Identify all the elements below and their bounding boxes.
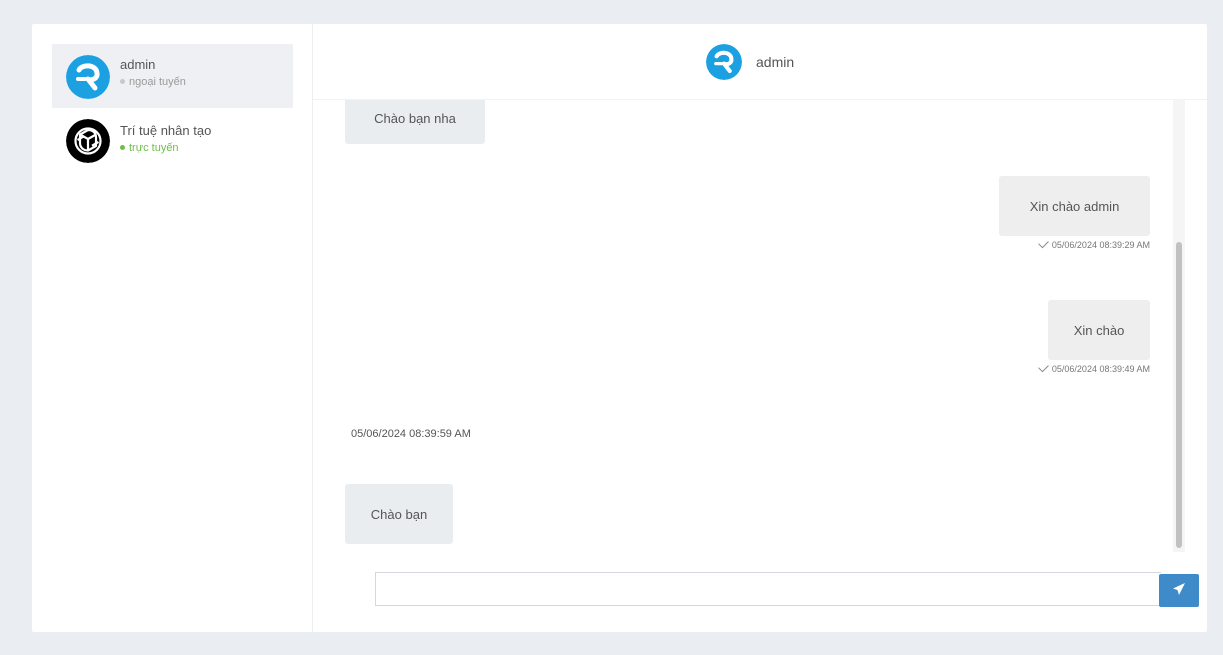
message-timestamp: 05/06/2024 08:39:59 AM [351, 428, 471, 440]
contact-item-admin[interactable]: admin ngoại tuyến [52, 44, 293, 108]
send-button[interactable] [1159, 574, 1199, 607]
check-icon [1038, 361, 1049, 373]
contact-item-ai[interactable]: Trí tuệ nhân tạo trực tuyến [52, 110, 293, 174]
status-dot-icon [120, 78, 125, 84]
message-time: 05/06/2024 08:39:49 AM [1051, 364, 1150, 374]
admin-logo-icon [66, 55, 110, 99]
contact-status: ngoại tuyến [120, 76, 186, 88]
send-icon [1172, 582, 1186, 599]
message-bubble-incoming: Chào bạn nha [345, 100, 485, 144]
admin-logo-icon [706, 44, 742, 80]
message-list[interactable]: Chào bạn nha Xin chào admin 05/06/2024 0… [313, 100, 1207, 556]
message-meta: 05/06/2024 08:39:29 AM [1003, 237, 1150, 250]
contact-status-label: trực tuyến [129, 142, 179, 154]
openai-logo-icon [66, 119, 110, 163]
contact-name: admin [120, 57, 156, 72]
chat-header: admin [313, 24, 1207, 100]
scrollbar-thumb[interactable] [1176, 242, 1182, 548]
contacts-sidebar: admin ngoại tuyến Trí tuệ nhân tạo trực … [32, 24, 313, 632]
status-dot-icon [120, 144, 125, 150]
chat-panel: admin Chào bạn nha Xin chào admin 05/06/… [313, 24, 1207, 632]
contact-status-label: ngoại tuyến [129, 76, 186, 88]
message-meta: 05/06/2024 08:39:49 AM [1003, 361, 1150, 374]
message-bubble-outgoing: Xin chào admin [999, 176, 1150, 236]
message-time: 05/06/2024 08:39:29 AM [1051, 240, 1150, 250]
contact-name: Trí tuệ nhân tạo [120, 123, 212, 138]
message-input[interactable] [375, 572, 1161, 606]
contact-status: trực tuyến [120, 142, 179, 154]
message-bubble-outgoing: Xin chào [1048, 300, 1150, 360]
check-icon [1038, 237, 1049, 249]
chat-title: admin [756, 54, 795, 70]
chat-app: admin ngoại tuyến Trí tuệ nhân tạo trực … [32, 24, 1207, 632]
message-bubble-incoming: Chào bạn [345, 484, 453, 544]
